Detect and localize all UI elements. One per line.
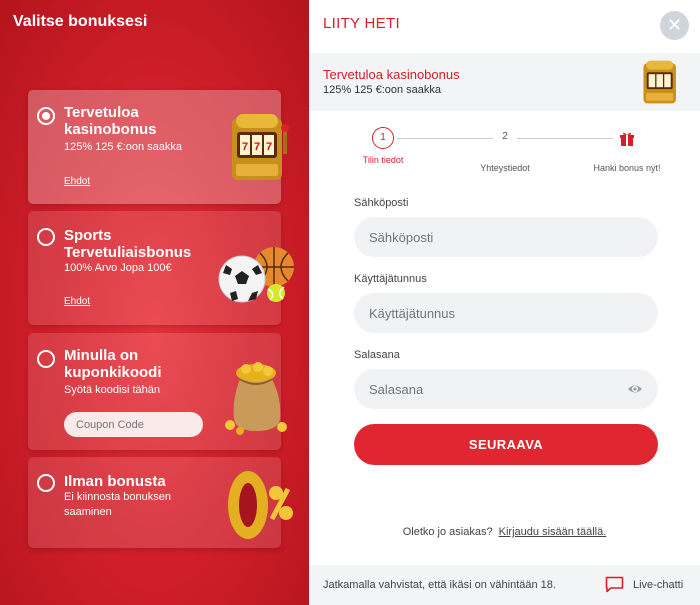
bonus-panel-title: Valitse bonuksesi [13,13,148,30]
signup-panel: LIITY HETI ✕ Tervetuloa kasinobonus 125%… [309,0,700,605]
bonus-card-coupon[interactable]: Minulla on kuponkikoodi Syötä koodisi tä… [28,333,287,450]
step-3-label: Hanki bonus nyt! [593,163,661,173]
slot-machine-icon [643,60,676,104]
gift-icon [620,132,634,146]
password-field[interactable] [354,369,658,409]
bonus-card-title: Sports Tervetuliaisbonus [64,227,192,261]
bonus-card-subtitle: Ei kiinnosta bonuksen saaminen [64,491,172,518]
login-prompt-row: Oletko jo asiakas? Kirjaudu sisään tääll… [309,526,700,538]
sports-balls-icon [218,247,294,303]
next-button[interactable]: SEURAAVA [354,424,658,465]
step-connector [397,138,493,139]
zero-percent-icon [228,471,293,539]
footer-bar: Jatkamalla vahvistat, että ikäsi on vähi… [309,565,700,605]
step-connector [517,138,613,139]
chat-icon [605,576,624,593]
selected-bonus-title: Tervetuloa kasinobonus [323,67,460,82]
login-prompt: Oletko jo asiakas? [402,526,493,538]
step-1-indicator: 1 [372,127,394,149]
bonus-card-none[interactable]: Ilman bonusta Ei kiinnosta bonuksen saam… [28,457,293,548]
email-field[interactable] [354,217,658,257]
step-2-indicator: 2 [494,127,516,149]
coin-sack-icon [225,362,287,435]
svg-text:7: 7 [266,141,272,153]
bonus-card-title: Ilman bonusta [64,473,166,490]
username-field[interactable] [354,293,658,333]
bonus-card-casino[interactable]: Tervetuloa kasinobonus 125% 125 €:oon sa… [28,90,289,204]
bonus-card-subtitle: 125% 125 €:oon saakka [64,141,183,153]
step-1-label: Tilin tiedot [362,155,404,165]
step-2-label: Yhteystiedot [480,163,530,173]
svg-text:7: 7 [254,141,260,153]
terms-link-casino[interactable]: Ehdot [64,176,90,187]
terms-link-sports[interactable]: Ehdot [64,296,90,307]
login-link[interactable]: Kirjaudu sisään täällä. [499,526,607,538]
close-icon: ✕ [666,15,683,35]
coupon-code-input[interactable] [64,412,203,437]
bonus-card-title: Minulla on kuponkikoodi [64,347,162,381]
bonus-card-subtitle: Syötä koodisi tähän [64,384,161,396]
svg-text:7: 7 [242,141,248,153]
bonus-card-subtitle: 100% Arvo Jopa 100€ [64,262,172,274]
live-chat-button[interactable]: Live-chatti [605,576,683,593]
selected-bonus-banner: Tervetuloa kasinobonus 125% 125 €:oon sa… [309,53,700,111]
bonus-card-title: Tervetuloa kasinobonus [64,104,157,138]
username-label: Käyttäjätunnus [354,273,427,285]
password-label: Salasana [354,349,400,361]
signup-title: LIITY HETI [323,15,400,32]
selected-bonus-subtitle: 125% 125 €:oon saakka [323,84,442,96]
age-confirmation-text: Jatkamalla vahvistat, että ikäsi on vähi… [323,579,556,591]
bonus-card-sports[interactable]: Sports Tervetuliaisbonus 100% Arvo Jopa … [28,211,294,325]
email-label: Sähköposti [354,197,409,209]
radio-casino-bonus[interactable] [37,107,55,125]
close-button[interactable]: ✕ [660,11,689,40]
live-chat-label: Live-chatti [633,578,684,591]
show-password-icon[interactable] [627,382,643,396]
bonus-selection-panel: Valitse bonuksesi Tervetuloa kasinobonus… [0,0,309,605]
radio-no-bonus[interactable] [37,474,55,492]
slot-machine-icon: 7 7 7 [232,114,289,180]
radio-coupon[interactable] [37,350,55,368]
radio-sports-bonus[interactable] [37,228,55,246]
